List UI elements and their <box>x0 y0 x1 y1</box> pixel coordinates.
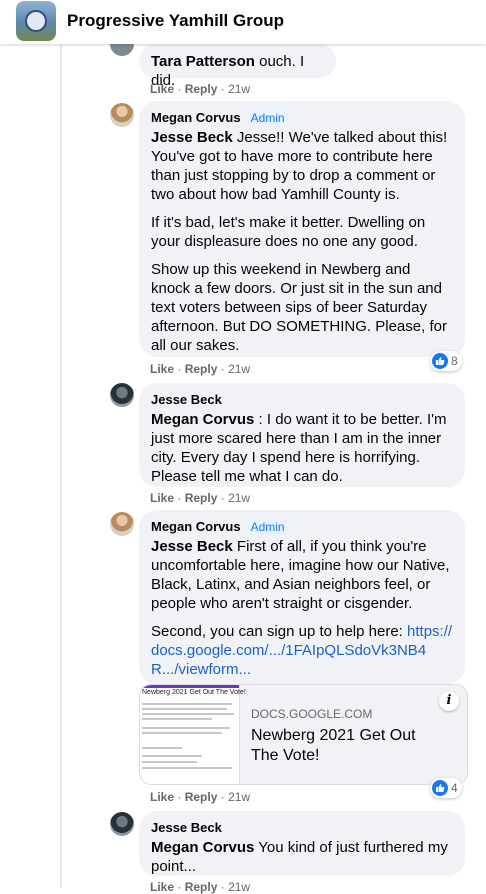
like-button[interactable]: Like <box>150 82 174 96</box>
comment-text: If it's bad, let's make it better. Dwell… <box>151 214 426 250</box>
comment-author[interactable]: Tara Patterson <box>151 53 255 70</box>
separator: · <box>220 790 225 804</box>
comment-author[interactable]: Jesse Beck <box>151 392 222 407</box>
comment-actions: Like · Reply · 21w <box>150 362 250 376</box>
avatar[interactable] <box>110 812 134 836</box>
thumbs-up-icon <box>432 353 448 369</box>
comment-bubble: Megan Corvus Admin Jesse Beck First of al… <box>139 510 465 684</box>
reaction-count[interactable]: 4 <box>430 778 462 798</box>
comment-time[interactable]: 21w <box>228 362 250 376</box>
avatar[interactable] <box>110 103 134 127</box>
comment-bubble: Jesse Beck Megan Corvus : I do want it t… <box>139 383 465 487</box>
separator: · <box>177 362 182 376</box>
separator: · <box>220 491 225 505</box>
info-icon[interactable]: i <box>439 691 459 711</box>
separator: · <box>177 82 182 96</box>
mention-link[interactable]: Megan Corvus <box>151 411 254 428</box>
comment-actions: Like · Reply · 21w <box>150 82 250 96</box>
reply-button[interactable]: Reply <box>185 491 218 505</box>
comment-actions: Like · Reply · 21w <box>150 790 250 804</box>
separator: · <box>177 880 182 894</box>
group-header: Progressive Yamhill Group <box>0 0 486 44</box>
reply-button[interactable]: Reply <box>185 790 218 804</box>
comment-text: Show up this weekend in Newberg and knoc… <box>151 261 447 354</box>
reply-button[interactable]: Reply <box>185 880 218 894</box>
like-button[interactable]: Like <box>150 880 174 894</box>
thumbs-up-icon <box>432 780 448 796</box>
link-title: Newberg 2021 Get Out The Vote! <box>251 727 416 764</box>
separator: · <box>177 491 182 505</box>
link-preview-card[interactable]: Newberg 2021 Get Out The Vote! DOCS.GOOG… <box>139 684 468 785</box>
separator: · <box>220 362 225 376</box>
comment-time[interactable]: 21w <box>228 880 250 894</box>
comment-author[interactable]: Megan Corvus <box>151 110 241 125</box>
group-name[interactable]: Progressive Yamhill Group <box>67 11 284 31</box>
comment-time[interactable]: 21w <box>228 82 250 96</box>
separator: · <box>220 82 225 96</box>
like-button[interactable]: Like <box>150 491 174 505</box>
comment-author[interactable]: Megan Corvus <box>151 519 241 534</box>
separator: · <box>220 880 225 894</box>
reply-button[interactable]: Reply <box>185 82 218 96</box>
separator: · <box>177 790 182 804</box>
group-avatar[interactable] <box>16 1 56 41</box>
comment-bubble: Tara Patterson ouch. I did. <box>139 44 336 89</box>
reaction-number: 4 <box>451 781 458 795</box>
like-button[interactable]: Like <box>150 362 174 376</box>
comment-bubble: Megan Corvus Admin Jesse Beck Jesse!! We'… <box>139 101 465 357</box>
admin-badge: Admin <box>246 110 289 126</box>
comment-text: Second, you can sign up to help here: <box>151 623 403 640</box>
comment-time[interactable]: 21w <box>228 790 250 804</box>
thread-line <box>60 44 62 888</box>
comment-bubble: Jesse Beck Megan Corvus You kind of just… <box>139 811 465 876</box>
reaction-count[interactable]: 8 <box>430 351 462 371</box>
like-button[interactable]: Like <box>150 790 174 804</box>
mention-link[interactable]: Megan Corvus <box>151 839 254 856</box>
thumbnail-title: Newberg 2021 Get Out The Vote! <box>142 689 246 696</box>
admin-badge: Admin <box>246 519 289 535</box>
comment-actions: Like · Reply · 21w <box>150 880 250 894</box>
mention-link[interactable]: Jesse Beck <box>151 129 233 146</box>
comment-actions: Like · Reply · 21w <box>150 491 250 505</box>
comment-author[interactable]: Jesse Beck <box>151 820 222 835</box>
mention-link[interactable]: Jesse Beck <box>151 538 233 555</box>
link-domain: DOCS.GOOGLE.COM <box>251 707 373 721</box>
avatar[interactable] <box>110 383 134 407</box>
link-thumbnail: Newberg 2021 Get Out The Vote! <box>140 685 246 784</box>
reaction-number: 8 <box>451 354 458 368</box>
comment-time[interactable]: 21w <box>228 491 250 505</box>
avatar[interactable] <box>110 512 134 536</box>
reply-button[interactable]: Reply <box>185 362 218 376</box>
